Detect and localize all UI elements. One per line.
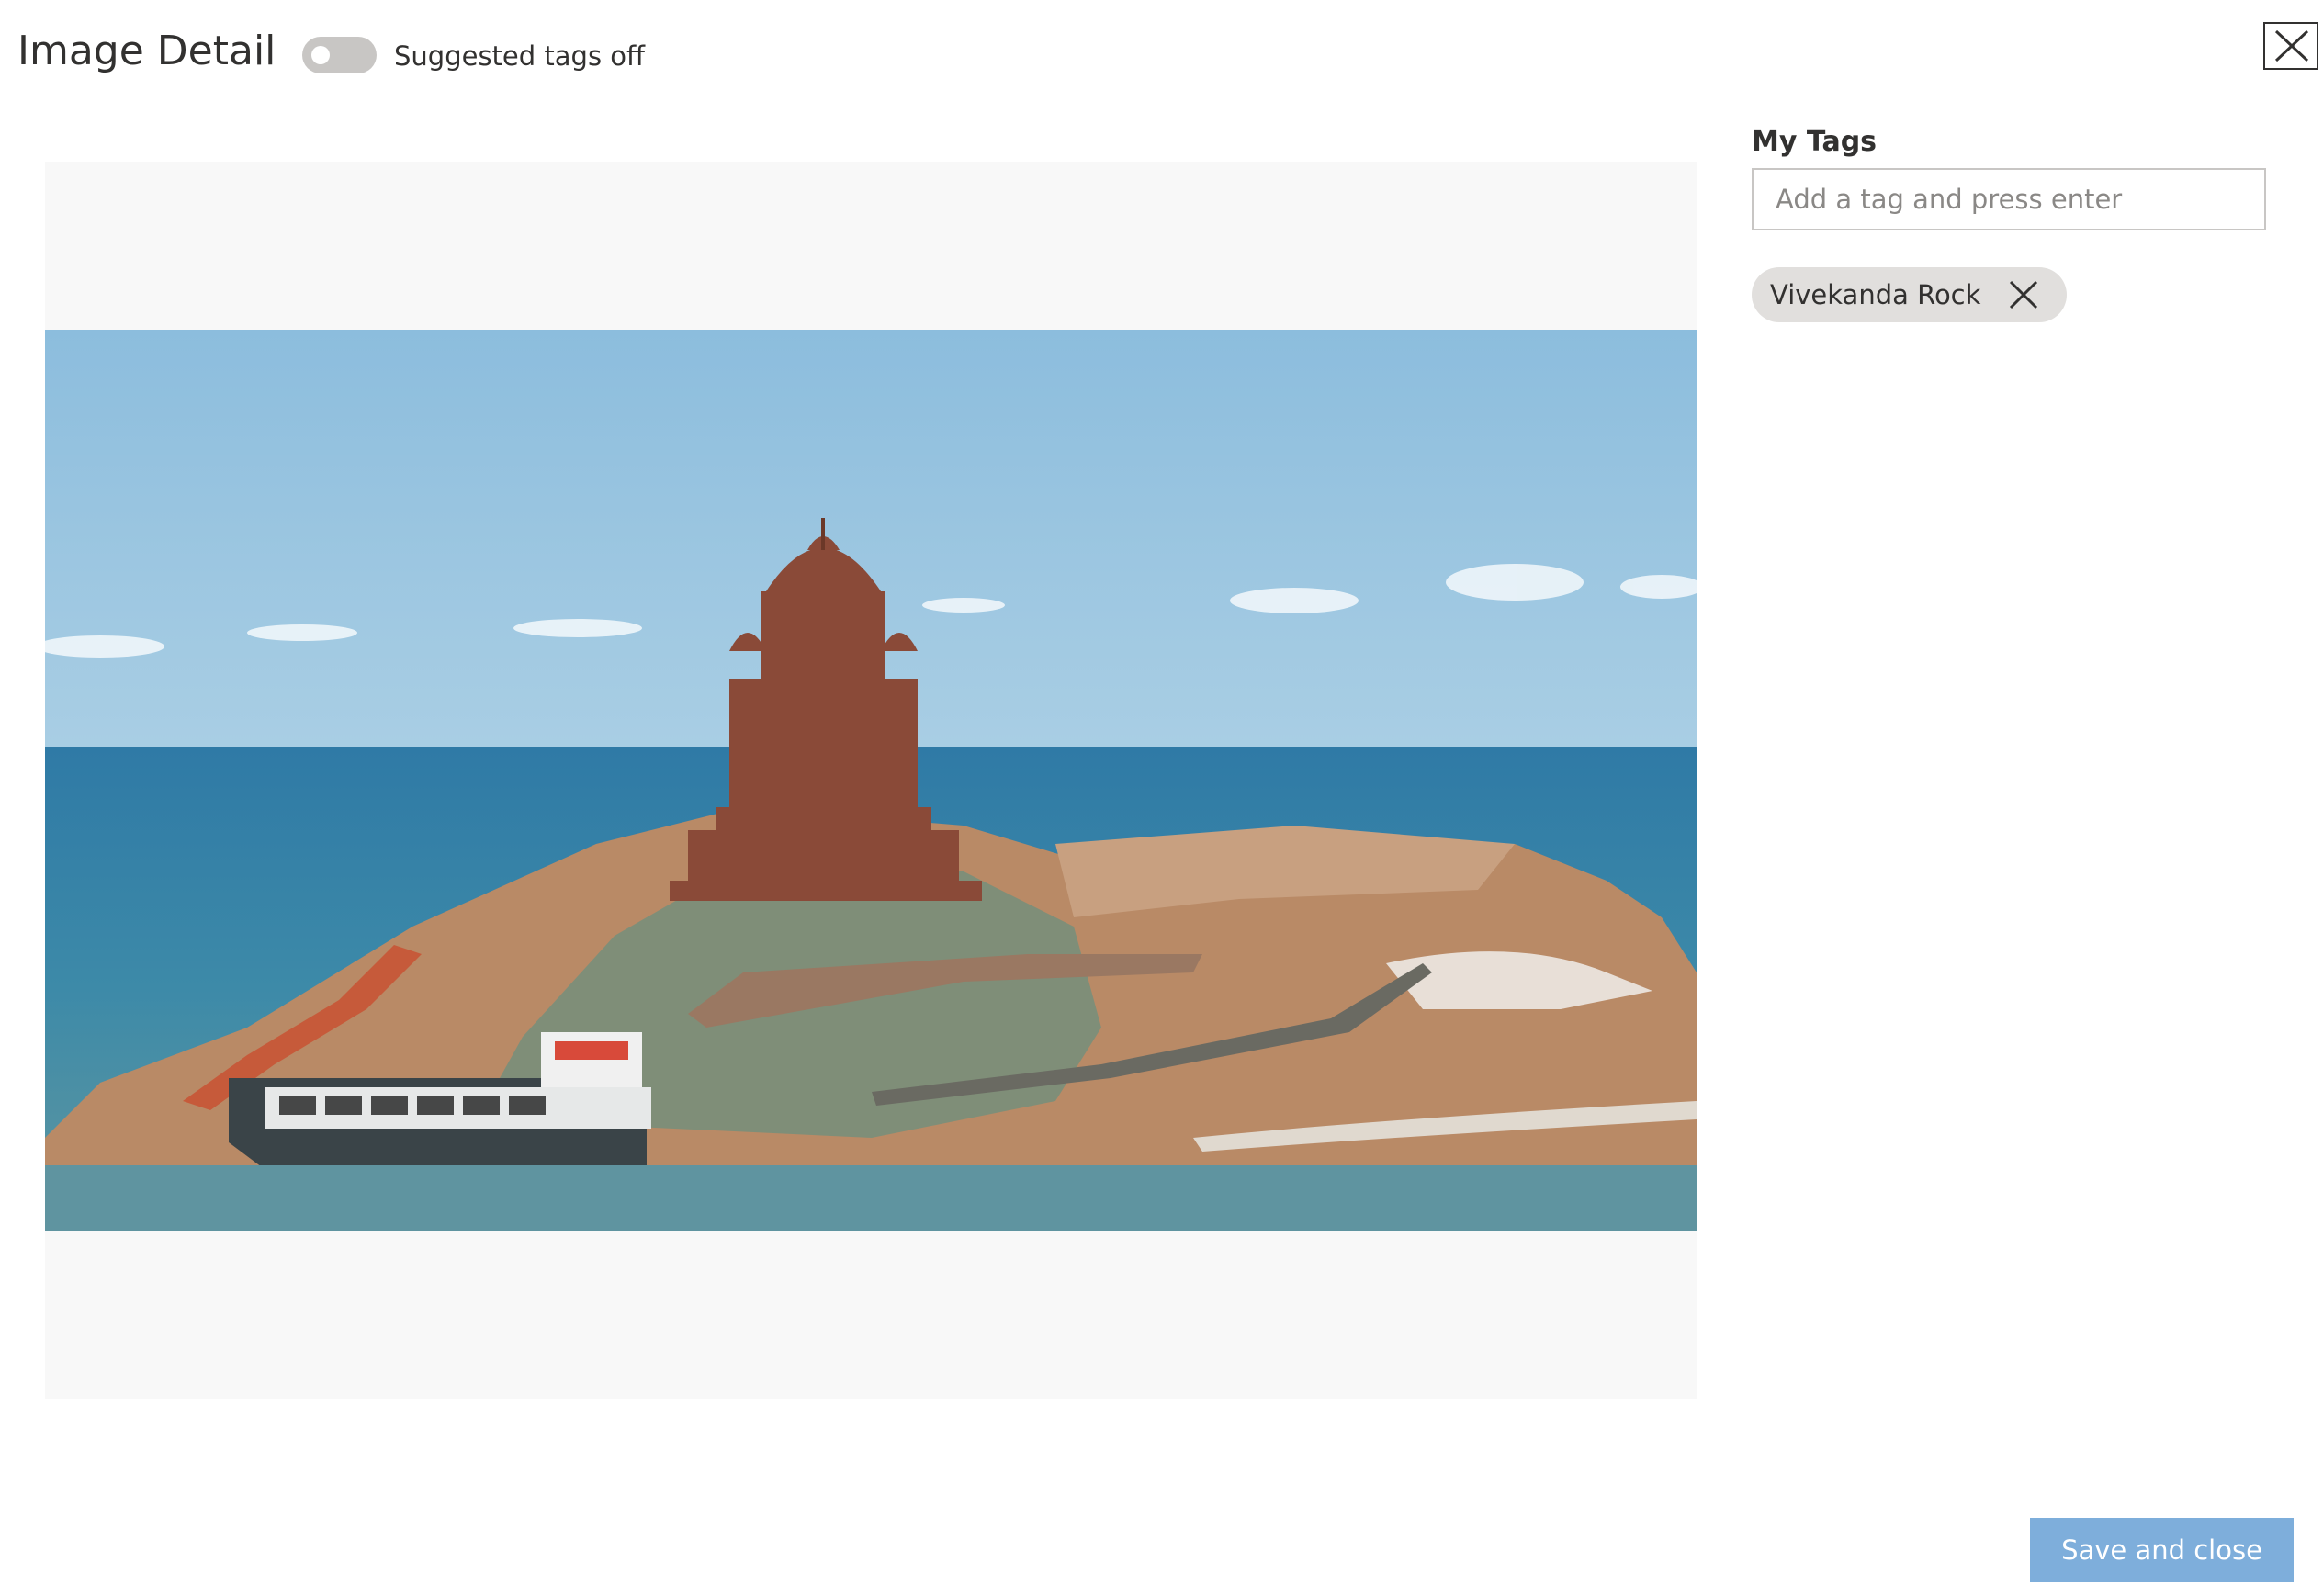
suggested-tags-label: Suggested tags off [394, 40, 645, 72]
close-button[interactable] [2263, 22, 2318, 70]
suggested-tags-toggle[interactable] [302, 37, 377, 73]
tag-input[interactable] [1752, 168, 2266, 230]
my-tags-label: My Tags [1752, 126, 1878, 158]
page-title: Image Detail [17, 28, 276, 74]
image-preview [45, 162, 1697, 1399]
close-icon[interactable] [2008, 279, 2039, 310]
tag-chip: Vivekanda Rock [1752, 267, 2068, 322]
tag-chip-label: Vivekanda Rock [1770, 279, 1981, 310]
toggle-knob [311, 46, 330, 64]
save-and-close-button[interactable]: Save and close [2030, 1518, 2294, 1582]
photo [45, 330, 1697, 1231]
close-icon [2274, 30, 2309, 62]
